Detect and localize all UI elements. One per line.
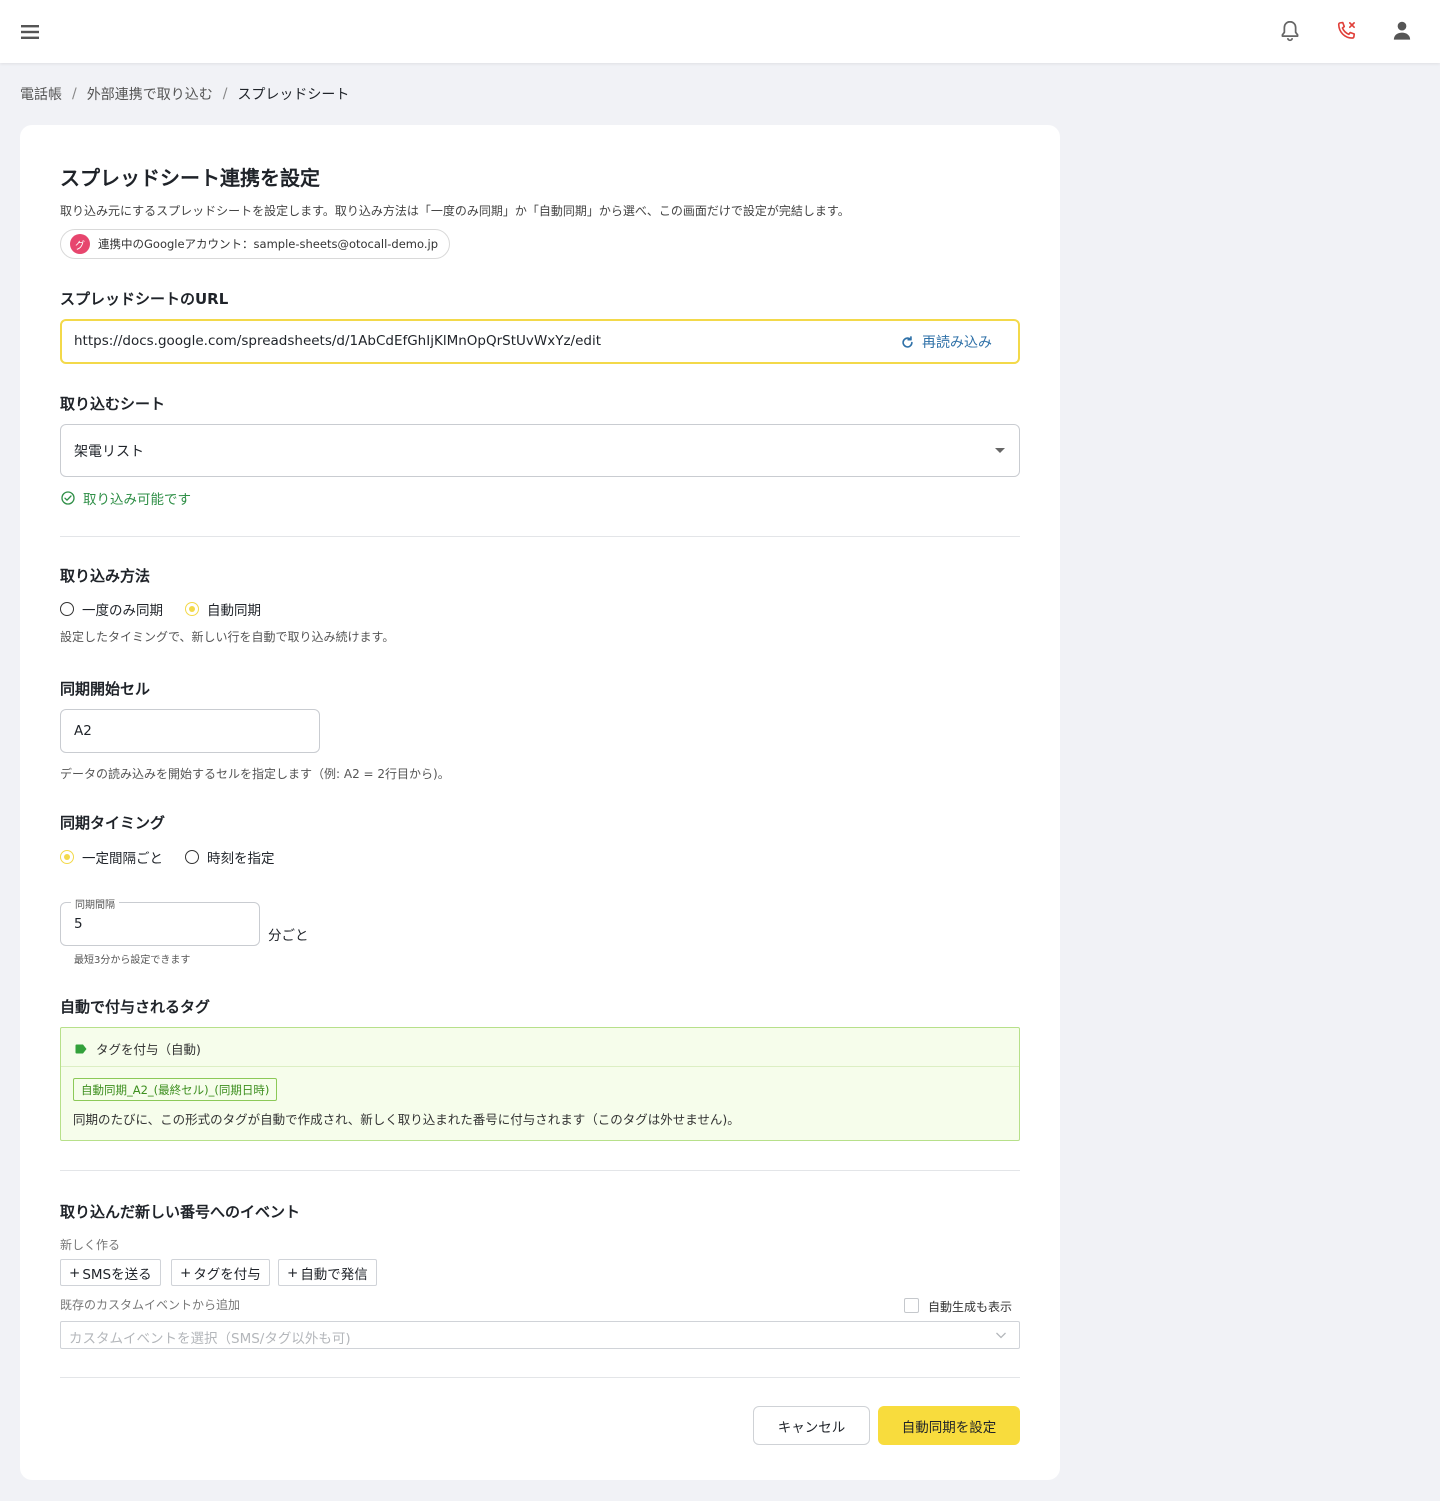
- breadcrumb-separator: /: [72, 86, 77, 102]
- reload-label: 再読み込み: [922, 335, 992, 351]
- refresh-icon: [902, 335, 913, 348]
- add-autocall-label: 自動で発信: [300, 1266, 368, 1283]
- custom-event-select[interactable]: カスタムイベントを選択（SMS/タグ以外も可): [60, 1321, 1020, 1349]
- show-auto-generated-checkbox[interactable]: [904, 1298, 919, 1313]
- breadcrumb-item-external[interactable]: 外部連携で取り込む: [87, 84, 213, 104]
- top-bar: [0, 0, 1440, 63]
- radio-once-sync[interactable]: 一度のみ同期: [60, 599, 163, 619]
- auto-tag-panel-title: タグを付与（自動): [96, 1042, 201, 1057]
- auto-tag-label: 自動で付与されるタグ: [60, 998, 211, 1016]
- tag-icon: [75, 1044, 87, 1053]
- interval-field[interactable]: 同期間隔: [60, 896, 260, 946]
- radio-time-specific-dot[interactable]: [185, 850, 199, 864]
- sheet-select-value: 架電リスト: [74, 444, 144, 460]
- add-autocall-button[interactable]: + 自動で発信: [278, 1259, 377, 1286]
- radio-interval-dot[interactable]: [60, 850, 74, 864]
- google-account-text: 連携中のGoogleアカウント：sample-sheets@otocall-de…: [98, 237, 438, 251]
- breadcrumb-item-current: スプレッドシート: [237, 87, 350, 103]
- add-tag-label: タグを付与: [193, 1266, 261, 1283]
- user-icon[interactable]: [1389, 18, 1415, 44]
- breadcrumb-separator: /: [222, 86, 228, 102]
- auto-tag-pill: 自動同期_A2_(最終セル)_(同期日時): [73, 1078, 278, 1101]
- custom-event-placeholder: カスタムイベントを選択（SMS/タグ以外も可): [69, 1331, 351, 1347]
- divider: [60, 536, 1020, 537]
- page-description: 取り込み元にするスプレッドシートを設定します。取り込み方法は「一度のみ同期」か「…: [60, 204, 850, 218]
- divider: [60, 1170, 1020, 1171]
- menu-icon[interactable]: [18, 20, 42, 44]
- bell-icon[interactable]: [1277, 18, 1303, 44]
- show-auto-generated-label[interactable]: 自動生成も表示: [928, 1298, 1012, 1315]
- import-status-text: 取り込み可能です: [83, 492, 191, 508]
- radio-once-sync-label: 一度のみ同期: [82, 603, 163, 619]
- reload-button[interactable]: 再読み込み: [900, 332, 992, 352]
- radio-auto-sync-label: 自動同期: [207, 603, 261, 619]
- existing-events-label: 既存のカスタムイベントから追加: [60, 1298, 241, 1312]
- plus-icon: +: [69, 1264, 81, 1281]
- radio-once-sync-dot[interactable]: [60, 602, 74, 616]
- radio-interval[interactable]: 一定間隔ごと: [60, 847, 163, 867]
- start-cell-help: データの読み込みを開始するセルを指定します（例: A2 = 2行目から)。: [60, 767, 450, 781]
- divider: [60, 1377, 1020, 1378]
- sheet-select[interactable]: 架電リスト: [60, 424, 1020, 477]
- auto-tag-panel-divider: [61, 1066, 1019, 1067]
- start-cell-field[interactable]: [60, 709, 320, 753]
- plus-icon: +: [180, 1264, 192, 1281]
- auto-tag-panel: タグを付与（自動) 自動同期_A2_(最終セル)_(同期日時) 同期のたびに、こ…: [60, 1027, 1020, 1141]
- method-help: 設定したタイミングで、新しい行を自動で取り込み続けます。: [60, 630, 395, 644]
- breadcrumb: 電話帳 / 外部連携で取り込む / スプレッドシート: [20, 84, 349, 104]
- cancel-button[interactable]: キャンセル: [753, 1406, 870, 1445]
- sheet-label: 取り込むシート: [60, 395, 166, 413]
- radio-time-specific[interactable]: 時刻を指定: [185, 847, 275, 867]
- method-label: 取り込み方法: [60, 567, 151, 585]
- auto-tag-panel-head: タグを付与（自動): [75, 1039, 201, 1058]
- timing-label: 同期タイミング: [60, 814, 166, 832]
- start-cell-label: 同期開始セル: [60, 680, 151, 698]
- events-create-label: 新しく作る: [60, 1238, 121, 1252]
- spreadsheet-url-field[interactable]: https://docs.google.com/spreadsheets/d/1…: [60, 319, 1020, 364]
- chevron-down-icon: [996, 1332, 1006, 1339]
- google-account-chip: グ 連携中のGoogleアカウント：sample-sheets@otocall-…: [60, 229, 450, 259]
- submit-auto-sync-button[interactable]: 自動同期を設定: [878, 1406, 1020, 1445]
- radio-auto-sync-dot[interactable]: [185, 602, 199, 616]
- events-label: 取り込んだ新しい番号へのイベント: [60, 1203, 301, 1221]
- google-account-avatar: グ: [70, 234, 90, 254]
- breadcrumb-item-phonebook[interactable]: 電話帳: [20, 84, 62, 104]
- check-circle-icon: [61, 491, 75, 505]
- add-tag-button[interactable]: + タグを付与: [171, 1259, 270, 1286]
- interval-unit: 分ごと: [268, 928, 309, 944]
- start-cell-input[interactable]: [61, 710, 319, 752]
- import-status: 取り込み可能です: [60, 488, 191, 508]
- spreadsheet-url-value[interactable]: https://docs.google.com/spreadsheets/d/1…: [74, 333, 601, 349]
- phone-missed-icon[interactable]: [1333, 18, 1359, 44]
- caret-down-icon: [995, 448, 1005, 453]
- interval-label: 同期間隔: [71, 896, 119, 911]
- page-title: スプレッドシート連携を設定: [60, 166, 320, 190]
- radio-time-specific-label: 時刻を指定: [207, 851, 275, 867]
- add-sms-label: SMSを送る: [82, 1266, 152, 1283]
- auto-tag-note: 同期のたびに、この形式のタグが自動で作成され、新しく取り込まれた番号に付与されま…: [73, 1112, 740, 1127]
- radio-interval-label: 一定間隔ごと: [82, 851, 163, 867]
- plus-icon: +: [287, 1264, 299, 1281]
- interval-help: 最短3分から設定できます: [74, 955, 191, 966]
- url-label: スプレッドシートのURL: [60, 290, 229, 308]
- settings-card: スプレッドシート連携を設定 取り込み元にするスプレッドシートを設定します。取り込…: [20, 125, 1060, 1480]
- radio-auto-sync[interactable]: 自動同期: [185, 599, 261, 619]
- add-sms-button[interactable]: + SMSを送る: [60, 1259, 161, 1286]
